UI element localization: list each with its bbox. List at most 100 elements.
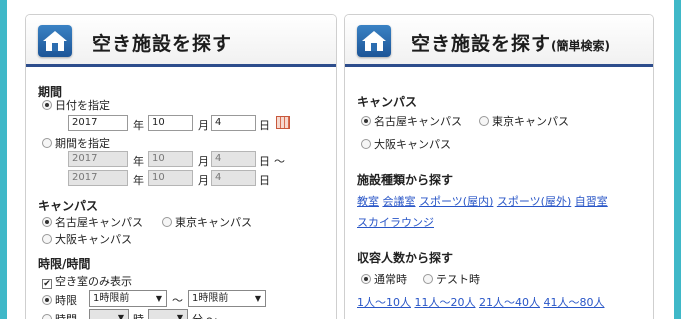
facility-link-sports-indoor[interactable]: スポーツ(屋内) — [419, 195, 493, 208]
radio-icon — [42, 217, 52, 227]
range-option-radio[interactable]: 期間を指定 — [42, 135, 110, 151]
day-unit: 日 — [259, 119, 270, 132]
capacity-heading: 収容人数から探す — [357, 251, 454, 265]
facility-links-row-2: スカイラウンジ — [357, 214, 434, 230]
year-unit: 年 — [133, 174, 144, 187]
radio-icon — [162, 217, 172, 227]
campus-label: 大阪キャンパス — [374, 138, 451, 151]
empty-only-checkbox[interactable]: ✔ 空き室のみ表示 — [42, 273, 132, 289]
calendar-icon[interactable] — [276, 116, 290, 129]
panel-header: 空き施設を探す(簡単検索) — [345, 15, 653, 67]
time-option-radio[interactable]: 時間 — [42, 311, 77, 319]
range-from-year-input[interactable]: 2017 — [68, 151, 128, 167]
date-option-label: 日付を指定 — [55, 99, 110, 112]
panel-title-text: 空き施設を探す — [411, 33, 552, 55]
panel-header: 空き施設を探す — [26, 15, 336, 67]
capacity-link-41-80[interactable]: 41人～80人 — [544, 296, 605, 309]
capacity-links: 1人～10人 11人～20人 21人～40人 41人～80人 — [357, 294, 605, 310]
select-value: 1時限前 — [192, 293, 229, 304]
range-to-month-input[interactable]: 10 — [148, 170, 193, 186]
year-unit: 年 — [133, 119, 144, 132]
capacity-mode-test[interactable]: テスト時 — [423, 271, 480, 287]
facility-link-study-room[interactable]: 自習室 — [575, 195, 608, 208]
month-unit: 月 — [198, 119, 209, 132]
campus-label: 東京キャンパス — [175, 216, 252, 229]
period-from-select[interactable]: 1時限前 ▼ — [89, 290, 167, 307]
chevron-down-icon: ▼ — [117, 313, 124, 319]
panel-title: 空き施設を探す — [92, 33, 233, 55]
empty-only-label: 空き室のみ表示 — [55, 275, 132, 288]
month-unit: 月 — [198, 155, 209, 168]
radio-icon — [361, 139, 371, 149]
radio-icon — [42, 314, 52, 319]
radio-icon — [42, 295, 52, 305]
radio-icon — [479, 116, 489, 126]
month-unit: 月 — [198, 174, 209, 187]
range-tilde: ～ — [274, 155, 285, 168]
radio-icon — [423, 274, 433, 284]
capacity-link-1-10[interactable]: 1人～10人 — [357, 296, 411, 309]
minute-unit: 分 — [192, 311, 203, 319]
campus-option-osaka[interactable]: 大阪キャンパス — [42, 231, 132, 247]
facility-link-classroom[interactable]: 教室 — [357, 195, 379, 208]
date-option-radio[interactable]: 日付を指定 — [42, 97, 110, 113]
mode-label: テスト時 — [436, 273, 480, 286]
radio-icon — [42, 234, 52, 244]
search-panel-advanced: 空き施設を探す 期間 日付を指定 2017 年 10 月 4 日 期間を指定 2… — [25, 14, 337, 319]
campus-option-tokyo[interactable]: 東京キャンパス — [479, 113, 569, 129]
chevron-down-icon: ▼ — [155, 294, 162, 303]
radio-icon — [361, 116, 371, 126]
radio-icon — [361, 274, 371, 284]
house-icon — [357, 25, 391, 57]
campus-option-nagoya[interactable]: 名古屋キャンパス — [42, 214, 143, 230]
facility-links-row-1: 教室 会議室 スポーツ(屋内) スポーツ(屋外) 自習室 — [357, 193, 608, 209]
panel-subtitle: (簡単検索) — [551, 39, 610, 53]
minute-select[interactable]: ▼ — [148, 309, 188, 319]
capacity-link-21-40[interactable]: 21人～40人 — [479, 296, 540, 309]
panel-title: 空き施設を探す(簡単検索) — [411, 29, 610, 56]
search-panel-simple: 空き施設を探す(簡単検索) キャンパス 名古屋キャンパス 東京キャンパス 大阪キ… — [344, 14, 654, 319]
range-from-month-input[interactable]: 10 — [148, 151, 193, 167]
facility-link-sports-outdoor[interactable]: スポーツ(屋外) — [497, 195, 571, 208]
period-tilde: ～ — [172, 294, 183, 307]
select-value: 1時限前 — [93, 293, 130, 304]
date-month-input[interactable]: 10 — [148, 115, 193, 131]
range-from-day-input[interactable]: 4 — [211, 151, 256, 167]
facility-link-meeting-room[interactable]: 会議室 — [383, 195, 416, 208]
chevron-down-icon: ▼ — [176, 313, 183, 319]
campus-label: 東京キャンパス — [492, 115, 569, 128]
campus-heading: キャンパス — [38, 199, 99, 213]
day-unit: 日 — [259, 174, 270, 187]
house-icon — [38, 25, 72, 57]
capacity-link-11-20[interactable]: 11人～20人 — [415, 296, 476, 309]
campus-label: 大阪キャンパス — [55, 233, 132, 246]
facility-link-sky-lounge[interactable]: スカイラウンジ — [357, 216, 434, 229]
period-option-radio[interactable]: 時限 — [42, 292, 77, 308]
radio-icon — [42, 138, 52, 148]
campus-label: 名古屋キャンパス — [55, 216, 143, 229]
mode-label: 通常時 — [374, 273, 407, 286]
time-option-label: 時間 — [55, 313, 77, 319]
date-day-input[interactable]: 4 — [211, 115, 256, 131]
checkbox-icon: ✔ — [42, 279, 52, 289]
campus-option-nagoya[interactable]: 名古屋キャンパス — [361, 113, 462, 129]
range-to-year-input[interactable]: 2017 — [68, 170, 128, 186]
campus-heading: キャンパス — [357, 95, 418, 109]
facility-heading: 施設種類から探す — [357, 173, 454, 187]
period-to-select[interactable]: 1時限前 ▼ — [188, 290, 266, 307]
date-year-input[interactable]: 2017 — [68, 115, 128, 131]
period-option-label: 時限 — [55, 294, 77, 307]
range-to-day-input[interactable]: 4 — [211, 170, 256, 186]
campus-option-tokyo[interactable]: 東京キャンパス — [162, 214, 252, 230]
year-unit: 年 — [133, 155, 144, 168]
campus-option-osaka[interactable]: 大阪キャンパス — [361, 136, 451, 152]
day-unit: 日 — [259, 155, 270, 168]
capacity-mode-normal[interactable]: 通常時 — [361, 271, 407, 287]
chevron-down-icon: ▼ — [254, 294, 261, 303]
hour-select[interactable]: ▼ — [89, 309, 129, 319]
campus-label: 名古屋キャンパス — [374, 115, 462, 128]
time-tilde: ～ — [206, 311, 217, 319]
time-heading: 時限/時間 — [38, 257, 91, 271]
range-option-label: 期間を指定 — [55, 137, 110, 150]
radio-icon — [42, 100, 52, 110]
